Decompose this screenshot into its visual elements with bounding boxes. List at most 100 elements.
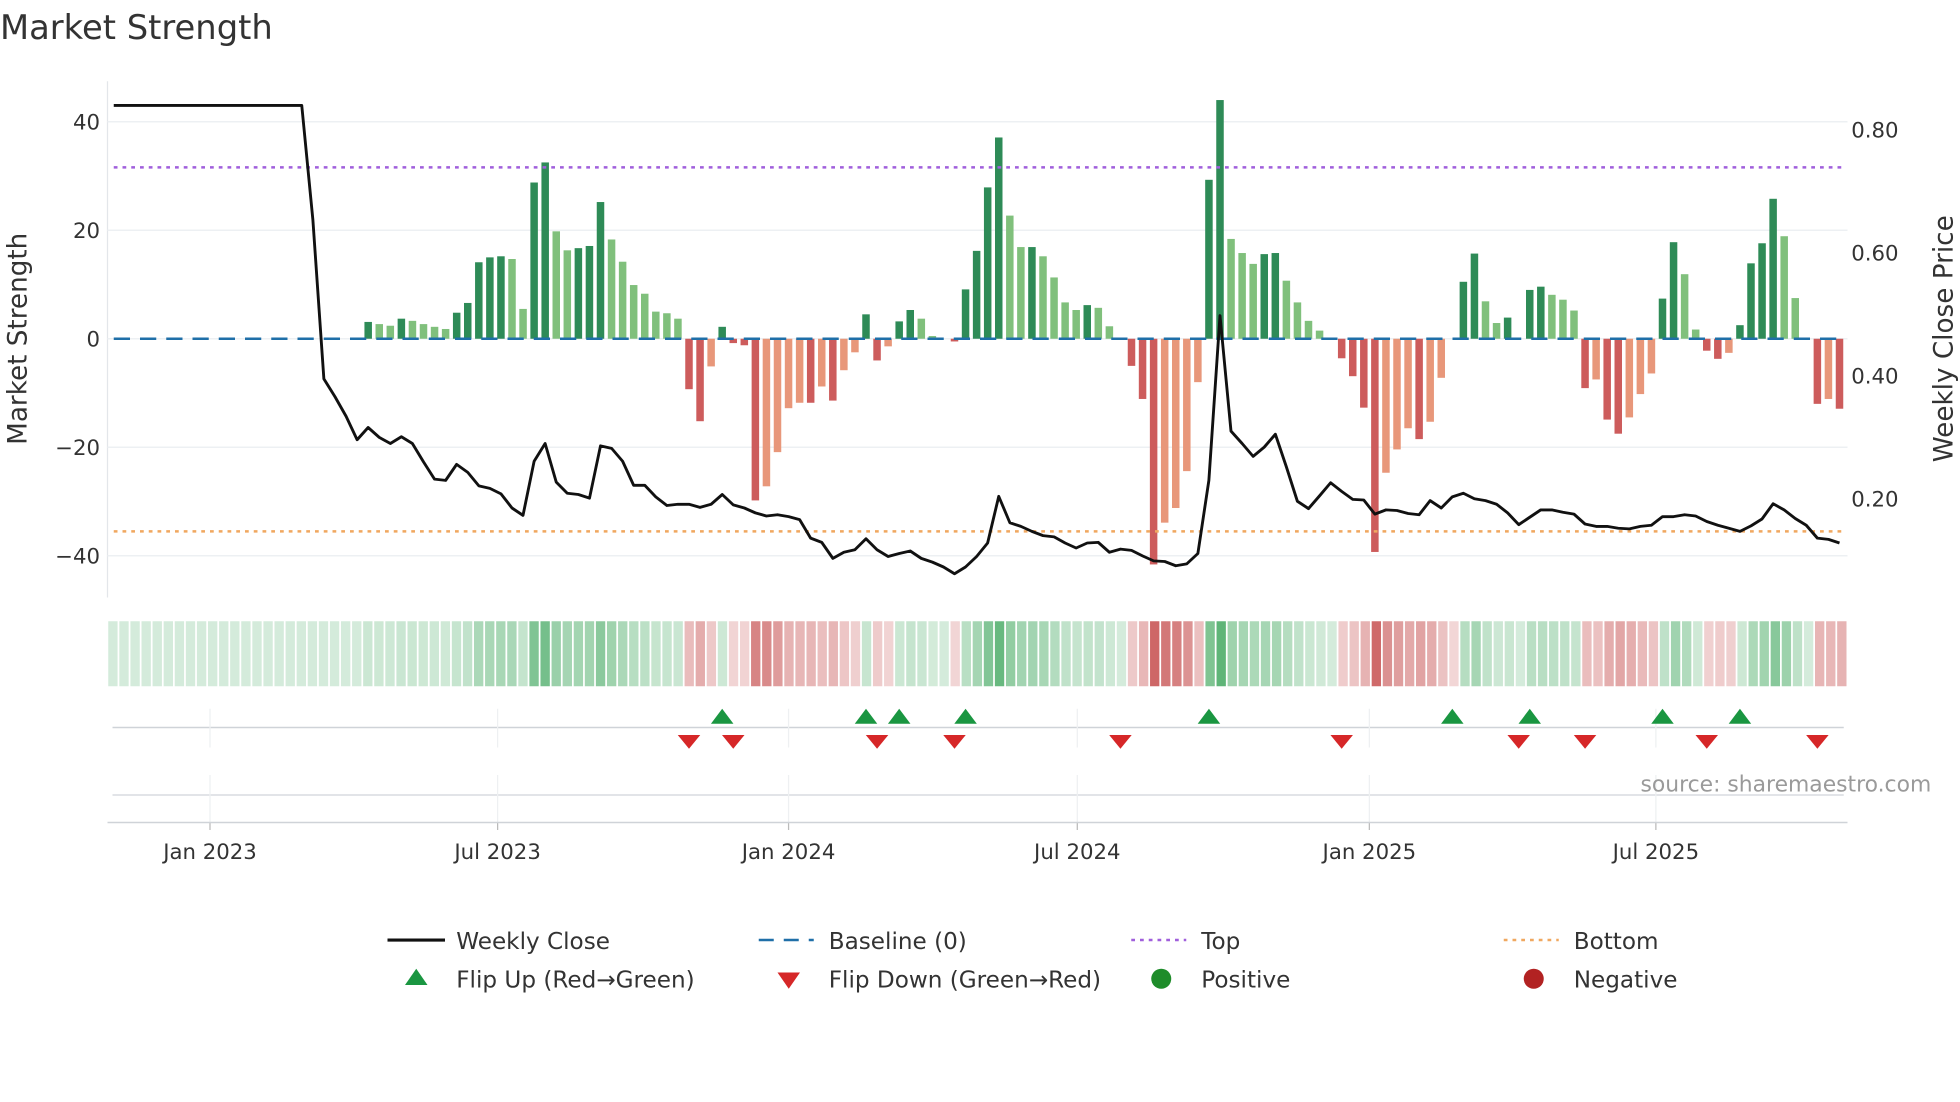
heatmap-cell <box>1305 621 1315 687</box>
strength-bar <box>917 318 926 339</box>
strength-bar <box>751 338 760 501</box>
heatmap-cell <box>1648 621 1659 687</box>
heatmap-cell <box>1770 621 1781 687</box>
left-axis-ticks: 40 20 0 −20 −40 <box>55 110 100 569</box>
flip-up-marker <box>887 708 911 724</box>
heatmap-cell <box>230 621 240 687</box>
strength-bar <box>1127 338 1136 366</box>
strength-bar <box>1791 298 1799 339</box>
strength-bar <box>983 187 992 339</box>
heatmap-cell <box>307 621 318 687</box>
heatmap-cell <box>695 621 705 687</box>
legend: Weekly Close Baseline (0) Top Bottom Fli… <box>387 929 1677 994</box>
heatmap-cell <box>1294 621 1304 687</box>
strength-bar <box>1006 215 1014 339</box>
strength-bar <box>1138 338 1147 399</box>
heatmap-cell <box>1260 621 1271 687</box>
strength-bar <box>1835 338 1844 409</box>
strength-bar <box>1603 338 1611 420</box>
heatmap-cell <box>1737 621 1747 687</box>
heatmap-cell <box>917 621 927 687</box>
y-tick-label: 40 <box>73 110 100 135</box>
strength-bar <box>486 257 494 339</box>
strength-bar <box>1238 253 1246 339</box>
strength-bar <box>1614 338 1622 434</box>
flip-down-marker <box>1330 735 1353 749</box>
heatmap-cell <box>1017 621 1027 687</box>
heatmap-cell <box>895 621 905 687</box>
heatmap-cell <box>1637 621 1648 687</box>
strength-bar <box>1293 302 1302 339</box>
heatmap-cell <box>274 621 284 687</box>
heatmap-cell <box>1227 621 1237 687</box>
heatmap-cell <box>1349 621 1359 687</box>
strength-bar <box>1559 299 1567 339</box>
heatmap-cell <box>618 621 628 687</box>
heatmap-cell <box>1194 621 1204 687</box>
heatmap-cell <box>562 621 572 687</box>
heatmap-cell <box>717 621 728 687</box>
heatmap-cell <box>1515 621 1526 687</box>
heatmap-cell <box>418 621 428 687</box>
strength-bar <box>1426 338 1434 422</box>
heatmap-cell <box>1449 621 1459 687</box>
flip-up-marker <box>1651 708 1674 724</box>
strength-bar <box>1360 338 1368 408</box>
heatmap-cell <box>1083 621 1093 687</box>
heatmap-cell <box>1593 621 1603 687</box>
heatmap-cell <box>817 621 827 687</box>
x-tick-label: Jul 2024 <box>1032 840 1120 865</box>
heatmap-cell <box>219 621 229 687</box>
y-tick-label: 20 <box>73 219 100 244</box>
heatmap-cell <box>429 621 439 687</box>
heatmap-cell <box>296 621 306 687</box>
heatmap-cell <box>629 621 639 687</box>
strength-bar <box>1503 317 1512 339</box>
strength-bar <box>1780 236 1788 339</box>
legend-weekly-close: Weekly Close <box>456 929 610 955</box>
heatmap-cell <box>1438 621 1448 687</box>
heatmap-cell <box>1626 621 1636 687</box>
strength-bar <box>1183 338 1191 472</box>
heatmap-cell <box>174 621 185 687</box>
strength-bar <box>430 326 439 339</box>
heatmap-cell <box>152 621 162 687</box>
x-tick-label: Jul 2025 <box>1611 840 1699 865</box>
strength-bar <box>541 162 549 339</box>
flip-up-marker <box>1728 708 1752 724</box>
flip-down-marker <box>1695 735 1718 749</box>
heatmap-cell <box>263 621 273 687</box>
strength-bar <box>1526 289 1534 339</box>
heatmap-cell <box>884 621 894 687</box>
flip-down-marker <box>1109 735 1132 749</box>
strength-bar <box>961 289 970 339</box>
heatmap-cell <box>518 621 528 687</box>
heatmap-cell <box>1150 621 1160 687</box>
heatmap-cell <box>1604 621 1614 687</box>
heatmap-cell <box>1837 621 1847 687</box>
flip-up-marker <box>854 708 878 724</box>
heatmap-cell <box>318 621 329 687</box>
heatmap-cell <box>407 621 417 687</box>
legend-baseline: Baseline (0) <box>829 929 967 955</box>
strength-bar <box>1282 280 1291 339</box>
heatmap-cell <box>1161 621 1171 687</box>
right-axis-ticks: 0.80 0.60 0.40 0.20 <box>1851 119 1898 513</box>
heatmap-cell <box>340 621 351 687</box>
heatmap-cell <box>1504 621 1515 687</box>
heatmap-cell <box>108 621 118 687</box>
flip-markers-panel <box>112 708 1844 823</box>
heatmap-cell <box>540 621 550 687</box>
strength-bar <box>452 312 461 339</box>
heatmap-cell <box>1172 621 1182 687</box>
strength-bar <box>1404 338 1412 429</box>
heatmap-cell <box>1072 621 1082 687</box>
strength-bar <box>1216 100 1224 339</box>
heatmap-cell <box>207 621 218 687</box>
strength-bar <box>1548 294 1556 339</box>
heatmap-cell <box>1404 621 1415 687</box>
heatmap-cell <box>1748 621 1758 687</box>
heatmap-cell <box>872 621 883 687</box>
strength-bar <box>840 338 848 371</box>
heatmap-cell <box>1560 621 1570 687</box>
